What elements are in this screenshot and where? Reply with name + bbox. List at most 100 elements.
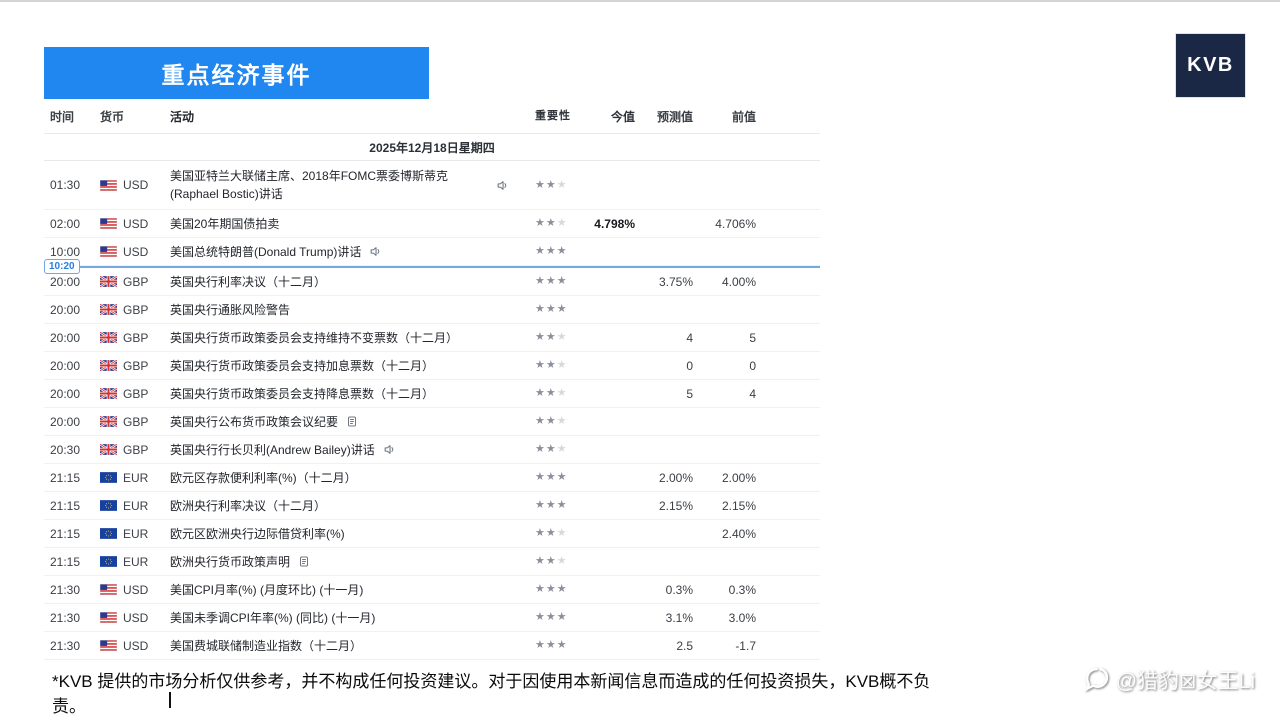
activity-text: 美国未季调CPI年率(%) (同比) (十一月) [170,610,376,625]
event-row: 21:30 USD 美国CPI月率(%) (月度环比) (十一月) ★★★ 0.… [44,576,820,604]
star-icon: ★ [545,415,557,427]
event-activity: 美国未季调CPI年率(%) (同比) (十一月) [170,609,535,627]
event-activity: 英国央行货币政策委员会支持降息票数（十二月） [170,385,535,403]
event-time: 10:00 [50,244,81,259]
activity-text: 英国央行货币政策委员会支持维持不变票数（十二月） [170,330,459,345]
forecast-value: 2.00% [658,470,693,485]
top-divider [0,0,1280,2]
importance-stars: ★★★ [535,472,590,483]
star-icon: ★ [556,471,568,483]
event-currency: GBP [100,303,170,317]
event-time: 21:15 [50,498,81,513]
activity-text: 美国CPI月率(%) (月度环比) (十一月) [170,582,364,597]
event-currency: GBP [100,331,170,345]
event-currency: USD [100,639,170,653]
event-time: 21:30 [50,582,81,597]
currency-code: EUR [123,498,149,513]
star-icon: ★ [535,303,546,315]
star-icon: ★ [545,639,557,651]
event-currency: EUR [100,499,170,513]
speaker-icon[interactable] [496,179,509,192]
importance-stars: ★★★ [535,640,590,651]
activity-text: 美国费城联储制造业指数（十二月） [170,638,363,653]
event-time: 20:00 [50,274,81,289]
activity-text: 美国亚特兰大联储主席、2018年FOMC票委博斯蒂克(Raphael Bosti… [170,169,449,201]
date-header: 2025年12月18日星期四 [44,133,820,161]
current-time-badge: 10:20 [44,259,80,274]
event-activity: 欧元区存款便利利率(%)（十二月） [170,469,535,487]
star-icon: ★ [545,331,557,343]
gb-flag-icon [100,304,117,315]
actual-value: 4.798% [594,216,635,231]
event-currency: GBP [100,275,170,289]
star-icon: ★ [535,331,546,343]
eu-flag-icon [100,528,117,539]
currency-code: GBP [123,302,149,317]
event-row: 20:30 GBP 英国央行行长贝利(Andrew Bailey)讲话 ★★★ [44,436,820,464]
star-icon: ★ [545,611,557,623]
star-icon: ★ [535,471,546,483]
currency-code: GBP [123,386,149,401]
us-flag-icon [100,218,117,229]
star-icon: ★ [535,555,546,567]
star-icon: ★ [535,527,546,539]
event-activity: 欧洲央行货币政策声明 [170,553,535,571]
event-activity: 英国央行通胀风险警告 [170,301,535,319]
activity-text: 英国央行行长贝利(Andrew Bailey)讲话 [170,442,375,457]
previous-value: 2.00% [721,470,756,485]
star-icon: ★ [535,611,546,623]
event-time: 21:15 [50,526,81,541]
event-row: 20:00 GBP 英国央行货币政策委员会支持维持不变票数（十二月） ★★★ 4… [44,324,820,352]
activity-text: 美国总统特朗普(Donald Trump)讲话 [170,244,362,259]
star-icon: ★ [556,359,568,371]
event-row: 21:30 USD 美国费城联储制造业指数（十二月） ★★★ 2.5 -1.7 [44,632,820,660]
currency-code: USD [123,244,149,259]
star-icon: ★ [545,303,557,315]
star-icon: ★ [556,178,568,191]
star-icon: ★ [556,331,568,343]
activity-text: 欧洲央行货币政策声明 [170,554,291,569]
currency-code: USD [123,582,149,597]
star-icon: ★ [535,639,546,651]
star-icon: ★ [556,555,568,567]
star-icon: ★ [556,275,568,287]
economic-calendar-slide: KVB 重点经济事件 时间 货币 活动 重要性 今值 预测值 前值 2025年1… [0,0,1280,721]
activity-text: 英国央行公布货币政策会议纪要 [170,414,339,429]
table-header-row: 时间 货币 活动 重要性 今值 预测值 前值 [44,99,820,133]
us-flag-icon [100,584,117,595]
previous-value: -1.7 [735,638,756,653]
currency-code: USD [123,216,149,231]
col-header-activity: 活动 [170,109,195,124]
event-currency: GBP [100,387,170,401]
event-currency: EUR [100,527,170,541]
eu-flag-icon [100,472,117,483]
eu-flag-icon [100,500,117,511]
event-activity: 欧元区欧洲央行边际借贷利率(%) [170,525,535,543]
document-icon[interactable] [298,555,310,568]
currency-code: GBP [123,442,149,457]
star-icon: ★ [556,415,568,427]
gb-flag-icon [100,444,117,455]
activity-text: 欧洲央行利率决议（十二月） [170,498,327,513]
importance-stars: ★★★ [535,500,590,511]
event-time: 21:15 [50,470,81,485]
star-icon: ★ [545,443,557,455]
kvb-logo: KVB [1175,33,1246,98]
event-activity: 英国央行行长贝利(Andrew Bailey)讲话 [170,441,535,459]
speaker-icon[interactable] [383,443,396,456]
speaker-icon[interactable] [369,245,382,258]
event-time: 20:00 [50,414,81,429]
previous-value: 4.706% [715,216,756,231]
text-cursor[interactable] [169,692,171,708]
star-icon: ★ [556,583,568,595]
previous-value: 4 [749,386,756,401]
activity-text: 欧元区欧洲央行边际借贷利率(%) [170,526,345,541]
us-flag-icon [100,179,117,191]
event-activity: 美国20年期国债拍卖 [170,215,535,233]
document-icon[interactable] [346,415,358,428]
previous-value: 0 [749,358,756,373]
activity-text: 英国央行货币政策委员会支持降息票数（十二月） [170,386,435,401]
col-header-time: 时间 [50,109,75,124]
event-row: 21:15 EUR 欧元区存款便利利率(%)（十二月） ★★★ 2.00% 2.… [44,464,820,492]
activity-text: 英国央行利率决议（十二月） [170,274,327,289]
